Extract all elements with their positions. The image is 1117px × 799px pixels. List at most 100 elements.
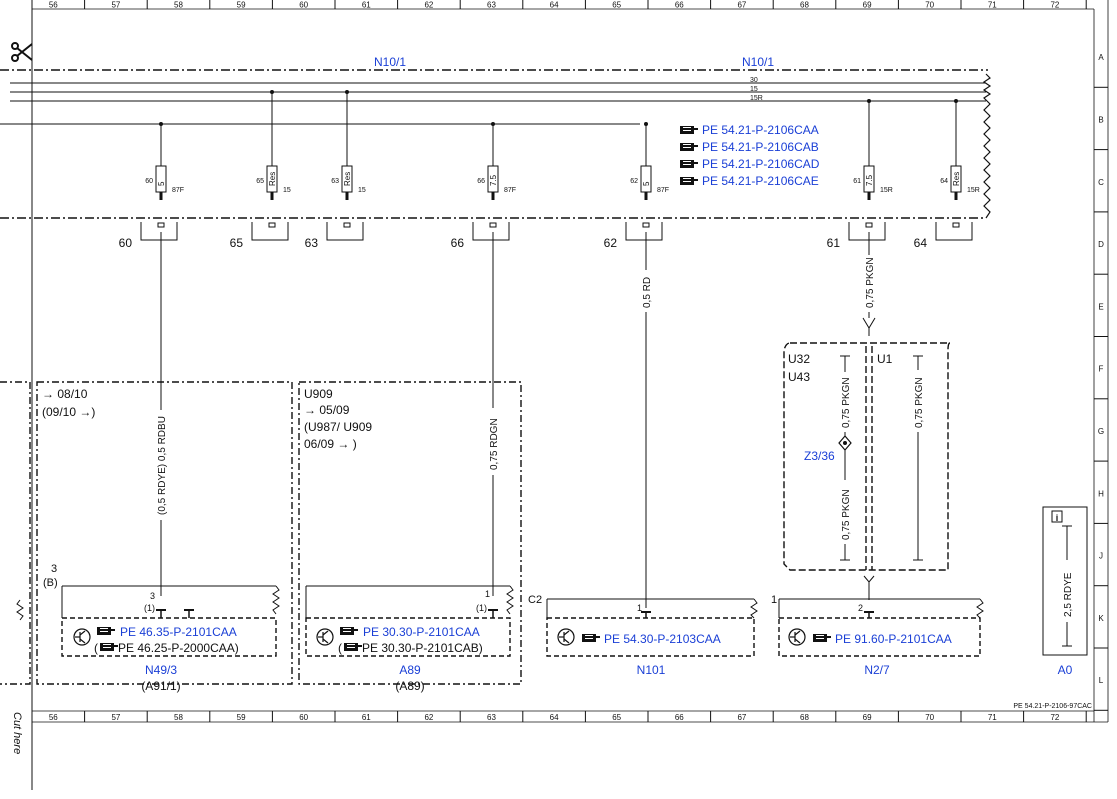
grid-column-label: 56	[49, 1, 58, 10]
svg-text:2,5 RDYE: 2,5 RDYE	[1063, 572, 1074, 617]
document-id: PE 54.21-P-2106-97CAC	[1013, 703, 1092, 710]
fuse-rating: 5	[642, 181, 651, 186]
grid-column-label: 68	[800, 713, 809, 722]
wire-runs	[160, 232, 876, 608]
grid-column-label: 72	[1050, 1, 1059, 10]
box2-line4: 06/09 → )	[304, 437, 357, 451]
grid-column-label: 71	[988, 713, 997, 722]
box1-pin2: (1)	[144, 603, 155, 613]
module-label-left: N10/1	[374, 55, 406, 69]
fuse-number: 65	[256, 178, 264, 185]
svg-text:0,75 PKGN: 0,75 PKGN	[914, 377, 925, 428]
grid-row-label: A	[1098, 53, 1104, 62]
box2-name[interactable]: A89	[399, 663, 421, 677]
splice-icon	[838, 435, 852, 451]
grid-column-label: 59	[237, 1, 246, 10]
grid-column-label: 62	[424, 1, 433, 10]
svg-text:(0,5 RDYE) 0,5 RDBU: (0,5 RDYE) 0,5 RDBU	[157, 416, 168, 515]
splice-label[interactable]: Z3/36	[804, 449, 835, 463]
box2-ref1[interactable]: PE 30.30-P-2101CAA	[363, 625, 480, 639]
box3-name[interactable]: N101	[637, 663, 666, 677]
drawing-frame	[31, 0, 1109, 790]
grid-column-label: 62	[424, 713, 433, 722]
box3-ref[interactable]: PE 54.30-P-2103CAA	[604, 632, 721, 646]
transistor-icon	[316, 628, 334, 646]
cut-here-label: Cut here	[11, 712, 23, 754]
grid-column-label: 63	[487, 1, 496, 10]
svg-text:0,75 PKGN: 0,75 PKGN	[865, 257, 876, 308]
fuse-terminal: 87F	[172, 187, 184, 194]
module-label-right: N10/1	[742, 55, 774, 69]
grid-column-label: 57	[111, 1, 120, 10]
svg-text:0,75 PKGN: 0,75 PKGN	[841, 377, 852, 428]
fuse-number: 60	[145, 178, 153, 185]
module-edge-zigzag	[982, 73, 992, 219]
fuse-66: 7.5 66 87F 66	[451, 122, 516, 250]
grid-row-label: B	[1098, 115, 1103, 124]
grid-column-label: 61	[362, 1, 371, 10]
reference-link[interactable]: PE 54.21-P-2106CAE	[702, 174, 819, 188]
component-n2-7	[778, 598, 984, 657]
fuse-number: 64	[940, 178, 948, 185]
fuse-65: Res 65 15 65	[230, 90, 291, 250]
box2-ref2: (PE 30.30-P-2101CAB)	[338, 641, 483, 655]
grid-column-label: 58	[174, 713, 183, 722]
box1-name[interactable]: N49/3	[145, 663, 177, 677]
wire-label-u1: 0,75 PKGN	[914, 370, 925, 432]
grid-row-label: C	[1098, 178, 1104, 187]
box1-pin: 3	[150, 591, 155, 601]
grid-column-label: 71	[988, 1, 997, 10]
svg-text:0,75 RDGN: 0,75 RDGN	[489, 418, 500, 470]
box4-ref[interactable]: PE 91.60-P-2101CAA	[835, 632, 952, 646]
variant-u1: U1	[877, 352, 893, 366]
fuse-terminal: 15	[283, 187, 291, 194]
reference-link[interactable]: PE 54.21-P-2106CAA	[702, 123, 819, 137]
fuse-terminal: 15R	[880, 187, 893, 194]
variant-u32: U32	[788, 352, 810, 366]
box3-pin: 1	[637, 603, 642, 613]
column-labels-bottom: 56 57 58 59 60 61 62 63 64 65 66 67 68 69 70 71 72	[49, 713, 1060, 722]
fuse-rating: 7.5	[865, 174, 874, 186]
reference-link[interactable]: PE 54.21-P-2106CAB	[702, 140, 819, 154]
fuse-terminal: 15	[358, 187, 366, 194]
grid-row-label: G	[1098, 427, 1104, 436]
grid-column-label: 64	[550, 713, 559, 722]
wire-label-w66: 0,75 RDGN	[489, 408, 500, 475]
scissors-icon	[11, 42, 33, 62]
grid-column-label: 67	[737, 713, 746, 722]
grid-column-label: 59	[237, 713, 246, 722]
grid-column-label: 67	[737, 1, 746, 10]
transistor-icon	[788, 628, 806, 646]
fuse-62: 5 62 87F 62	[604, 122, 669, 250]
grid-column-label: 69	[863, 713, 872, 722]
box1-pin-top2: (B)	[43, 577, 58, 589]
box1-ref2: (PE 46.25-P-2000CAA)	[94, 641, 239, 655]
wire-label-u32b: 0,75 PKGN	[841, 480, 852, 544]
connector-label: 61	[827, 236, 841, 250]
grid-column-label: 60	[299, 713, 308, 722]
grid-row-label: F	[1099, 365, 1104, 374]
fuse-63: Res 63 15 63	[305, 90, 366, 250]
fuse-rating: Res	[952, 172, 961, 186]
grid-column-label: 61	[362, 713, 371, 722]
component-n101	[546, 598, 758, 657]
grid-column-label: 65	[612, 713, 621, 722]
box2-pin: 1	[485, 589, 490, 599]
box1-arrow-text: → 08/10	[42, 387, 88, 401]
svg-text:0,5 RD: 0,5 RD	[642, 277, 653, 308]
connector-label: 65	[230, 236, 244, 250]
bus-label-15r: 15R	[750, 95, 763, 102]
fuse-61: 7.5 61 15R 61	[827, 99, 893, 250]
fuse-terminal: 87F	[504, 187, 516, 194]
box4-name[interactable]: N2/7	[864, 663, 890, 677]
a0-name[interactable]: A0	[1058, 663, 1073, 677]
transistor-icon	[73, 628, 91, 646]
box2-line3: (U987/ U909	[304, 420, 372, 434]
fuse-rating: Res	[268, 172, 277, 186]
box1-ref1[interactable]: PE 46.35-P-2101CAA	[120, 625, 237, 639]
reference-list-top: PE 54.21-P-2106CAA PE 54.21-P-2106CAB PE…	[680, 123, 820, 188]
fuse-number: 66	[477, 178, 485, 185]
reference-link[interactable]: PE 54.21-P-2106CAD	[702, 157, 820, 171]
grid-column-label: 56	[49, 713, 58, 722]
box2-pin2: (1)	[476, 603, 487, 613]
